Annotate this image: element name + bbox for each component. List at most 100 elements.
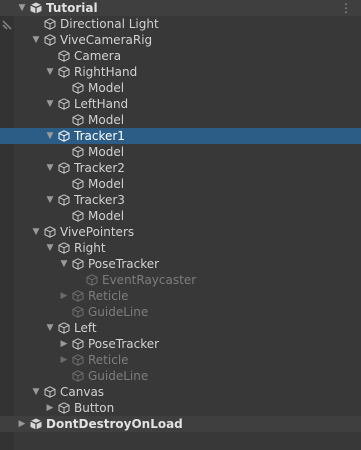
hierarchy-row-label: LeftHand	[74, 97, 129, 111]
hierarchy-row[interactable]: ▶ PoseTracker	[0, 336, 361, 352]
hierarchy-row-label: Model	[88, 209, 125, 223]
gameobject-cube-icon	[58, 402, 70, 414]
hierarchy-row[interactable]: ▼ ViveCameraRig	[0, 32, 361, 48]
chevron-down-icon[interactable]: ▼	[30, 224, 42, 240]
hierarchy-row-label: PoseTracker	[88, 257, 160, 271]
chevron-down-icon[interactable]: ▼	[44, 96, 56, 112]
hierarchy-row-label: EventRaycaster	[102, 273, 197, 287]
hierarchy-row-label: PoseTracker	[88, 337, 160, 351]
hierarchy-row[interactable]: ▼ Tracker1	[0, 128, 361, 144]
gameobject-cube-icon	[58, 66, 70, 78]
hierarchy-row-label: Left	[74, 321, 97, 335]
chevron-right-icon[interactable]: ▶	[58, 352, 70, 368]
hierarchy-row[interactable]: ▼ Left	[0, 320, 361, 336]
hierarchy-row[interactable]: Camera	[0, 48, 361, 64]
hierarchy-row[interactable]: EventRaycaster	[0, 272, 361, 288]
gameobject-cube-icon	[72, 290, 84, 302]
gameobject-cube-icon	[72, 370, 84, 382]
chevron-down-icon[interactable]: ▼	[30, 384, 42, 400]
hierarchy-row[interactable]: Model	[0, 176, 361, 192]
gameobject-cube-icon	[44, 18, 56, 30]
hierarchy-row-label: Canvas	[60, 385, 105, 399]
hierarchy-row-label: Tracker2	[74, 161, 125, 175]
hierarchy-row[interactable]: ▼ LeftHand	[0, 96, 361, 112]
hierarchy-row[interactable]: ▼ VivePointers	[0, 224, 361, 240]
gameobject-cube-icon	[72, 338, 84, 350]
hierarchy-row[interactable]: ▶ Reticle	[0, 288, 361, 304]
hierarchy-row[interactable]: ▼ Right	[0, 240, 361, 256]
hierarchy-row[interactable]: Model	[0, 144, 361, 160]
gameobject-cube-icon	[58, 322, 70, 334]
hierarchy-row-label: Model	[88, 145, 125, 159]
gameobject-cube-icon	[72, 354, 84, 366]
chevron-right-icon[interactable]: ▶	[58, 336, 70, 352]
hierarchy-row[interactable]: GuideLine	[0, 304, 361, 320]
gameobject-cube-icon	[58, 194, 70, 206]
gameobject-cube-icon	[86, 274, 98, 286]
hierarchy-row[interactable]: Directional Light	[0, 16, 361, 32]
hierarchy-row[interactable]: ▼ Tracker3	[0, 192, 361, 208]
hierarchy-row-label: RightHand	[74, 65, 138, 79]
chevron-down-icon[interactable]: ▼	[30, 32, 42, 48]
gameobject-cube-icon	[72, 178, 84, 190]
hierarchy-row[interactable]: ▶ Button	[0, 400, 361, 416]
gameobject-cube-icon	[72, 82, 84, 94]
more-options-icon[interactable]: ⋮	[340, 0, 353, 16]
hierarchy-row[interactable]: ▼ RightHand	[0, 64, 361, 80]
hierarchy-row-label: Camera	[74, 49, 122, 63]
hierarchy-row[interactable]: Model	[0, 112, 361, 128]
gameobject-cube-icon	[72, 146, 84, 158]
hierarchy-row-label: Reticle	[88, 353, 129, 367]
hierarchy-row-label: Model	[88, 81, 125, 95]
drag-handle-icon[interactable]	[2, 19, 12, 30]
hierarchy-row-label: ViveCameraRig	[60, 33, 153, 47]
hierarchy-row-label: Model	[88, 177, 125, 191]
hierarchy-row-label: Model	[88, 113, 125, 127]
hierarchy-row-label: Tracker1	[74, 129, 125, 143]
hierarchy-row-label: Reticle	[88, 289, 129, 303]
chevron-down-icon[interactable]: ▼	[44, 128, 56, 144]
hierarchy-row-label: Button	[74, 401, 115, 415]
gameobject-cube-icon	[58, 50, 70, 62]
hierarchy-panel: ▼ Tutorial ⋮ Directional Light ▼ ViveCameraRi…	[0, 0, 361, 450]
chevron-down-icon[interactable]: ▼	[44, 64, 56, 80]
gameobject-cube-icon	[72, 306, 84, 318]
hierarchy-row[interactable]: ▼ Tracker2	[0, 160, 361, 176]
hierarchy-row[interactable]: ▼ PoseTracker	[0, 256, 361, 272]
chevron-down-icon[interactable]: ▼	[44, 320, 56, 336]
chevron-down-icon[interactable]: ▼	[44, 192, 56, 208]
hierarchy-row[interactable]: ▶ DontDestroyOnLoad	[0, 416, 361, 432]
hierarchy-row[interactable]: ▼ Tutorial ⋮	[0, 0, 361, 16]
hierarchy-row-label: VivePointers	[60, 225, 135, 239]
unity-scene-icon	[30, 2, 42, 14]
hierarchy-row-label: Directional Light	[60, 17, 159, 31]
gameobject-cube-icon	[72, 210, 84, 222]
gameobject-cube-icon	[58, 242, 70, 254]
hierarchy-row-label: Tracker3	[74, 193, 125, 207]
hierarchy-row[interactable]: Model	[0, 208, 361, 224]
gameobject-cube-icon	[58, 130, 70, 142]
hierarchy-row-label: GuideLine	[88, 305, 149, 319]
chevron-down-icon[interactable]: ▼	[44, 240, 56, 256]
gameobject-cube-icon	[72, 114, 84, 126]
hierarchy-row[interactable]: ▼ Canvas	[0, 384, 361, 400]
hierarchy-row[interactable]: ▶ Reticle	[0, 352, 361, 368]
gameobject-cube-icon	[44, 34, 56, 46]
hierarchy-row-label: Right	[74, 241, 106, 255]
hierarchy-row-label: DontDestroyOnLoad	[46, 417, 183, 431]
chevron-right-icon[interactable]: ▶	[58, 288, 70, 304]
chevron-right-icon[interactable]: ▶	[44, 400, 56, 416]
gameobject-cube-icon	[58, 98, 70, 110]
hierarchy-row[interactable]: GuideLine	[0, 368, 361, 384]
gameobject-cube-icon	[44, 386, 56, 398]
hierarchy-row-label: GuideLine	[88, 369, 149, 383]
hierarchy-row-label: Tutorial	[46, 1, 98, 15]
chevron-down-icon[interactable]: ▼	[58, 256, 70, 272]
chevron-down-icon[interactable]: ▼	[44, 160, 56, 176]
unity-scene-icon	[30, 418, 42, 430]
gameobject-cube-icon	[44, 226, 56, 238]
chevron-right-icon[interactable]: ▶	[16, 416, 28, 432]
chevron-down-icon[interactable]: ▼	[16, 0, 28, 16]
hierarchy-row[interactable]: Model	[0, 80, 361, 96]
gameobject-cube-icon	[58, 162, 70, 174]
